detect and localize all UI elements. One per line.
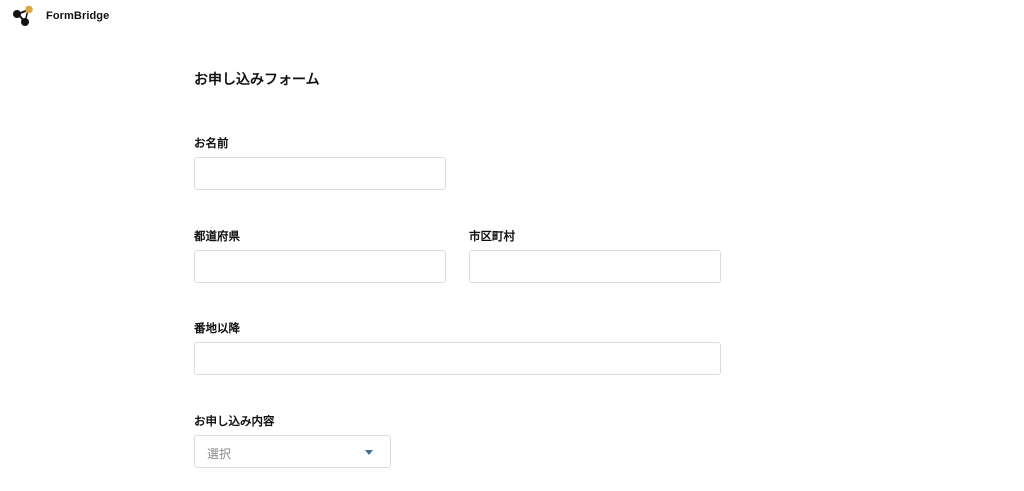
- city-label: 市区町村: [469, 229, 515, 243]
- prefecture-input[interactable]: [194, 250, 446, 283]
- name-label: お名前: [194, 136, 229, 150]
- chevron-down-icon: [365, 450, 373, 455]
- formbridge-logo-icon[interactable]: [12, 5, 34, 27]
- select-value: 選択: [207, 447, 232, 461]
- application-type-label: お申し込み内容: [194, 414, 275, 428]
- prefecture-label: 都道府県: [194, 229, 240, 243]
- application-type-select[interactable]: 選択: [194, 435, 391, 468]
- app-header: FormBridge: [12, 5, 109, 27]
- city-input[interactable]: [469, 250, 721, 283]
- address-input[interactable]: [194, 342, 721, 375]
- name-input[interactable]: [194, 157, 446, 190]
- address-label: 番地以降: [194, 321, 240, 335]
- form-title: お申し込みフォーム: [194, 72, 320, 88]
- brand-name[interactable]: FormBridge: [46, 10, 109, 22]
